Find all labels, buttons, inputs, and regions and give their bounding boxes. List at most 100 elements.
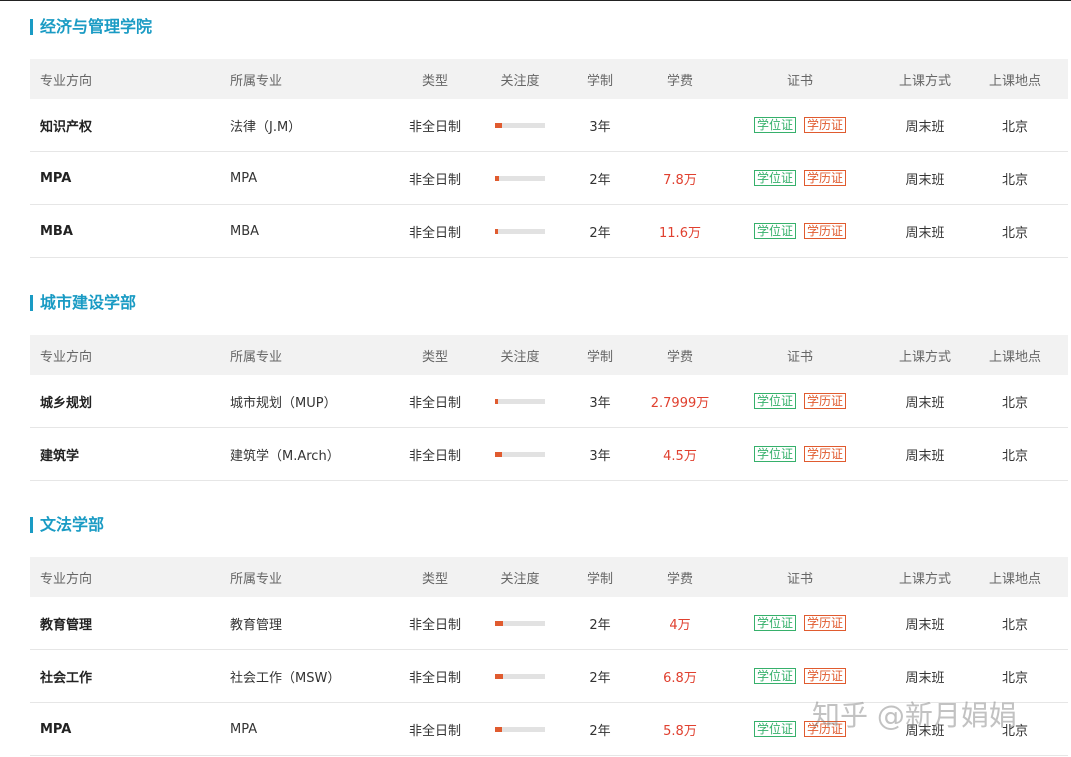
top-border — [0, 0, 1071, 1]
header-length: 学制 — [586, 349, 613, 365]
location-cell: 北京 — [1001, 448, 1028, 464]
attention-bar-fill — [495, 175, 499, 181]
attention-bar-fill — [495, 451, 502, 457]
certificate-cell: 学位证 学历证 — [740, 597, 860, 649]
degree-badge: 学位证 — [753, 117, 796, 133]
direction-cell[interactable]: MBA — [40, 205, 220, 257]
header-location: 上课地点 — [988, 73, 1041, 89]
major-cell: 城市规划（MUP） — [230, 395, 337, 411]
certificate-cell: 学位证 学历证 — [740, 375, 860, 427]
fee-cell: 2.7999万 — [650, 395, 710, 411]
header-direction: 专业方向 — [40, 73, 93, 89]
attention-cell — [490, 703, 550, 755]
direction-cell[interactable]: 教育管理 — [40, 597, 220, 649]
length-cell: 3年 — [589, 395, 611, 411]
direction-cell[interactable]: 建筑学 — [40, 428, 220, 480]
location-cell: 北京 — [1001, 119, 1028, 135]
direction-cell[interactable]: 社会工作 — [40, 650, 220, 702]
watermark: 知乎 @新月娟娟 — [812, 699, 1017, 732]
length-cell: 2年 — [589, 172, 611, 188]
header-type: 类型 — [421, 571, 448, 587]
major-cell: MBA — [230, 223, 260, 239]
attention-bar — [495, 620, 545, 626]
certificate-cell: 学位证 学历证 — [740, 152, 860, 204]
length-cell: 2年 — [589, 670, 611, 686]
degree-badge: 学位证 — [753, 446, 796, 462]
degree-badge: 学位证 — [753, 170, 796, 186]
program-table: 专业方向 所属专业 类型 关注度 学制 学费 证书 上课方式 上课地点 城乡规划… — [30, 335, 1068, 481]
direction-cell[interactable]: 知识产权 — [40, 99, 220, 151]
section-title: 城市建设学部 — [30, 295, 136, 311]
attention-bar — [495, 122, 545, 128]
table-row[interactable]: 教育管理 教育管理 非全日制 2年 4万 学位证 学历证 周末班 北京 — [30, 597, 1068, 650]
type-cell: 非全日制 — [408, 119, 461, 135]
mode-cell: 周末班 — [905, 395, 945, 411]
direction-cell[interactable]: MPA — [40, 152, 220, 204]
certificate-cell: 学位证 学历证 — [740, 205, 860, 257]
degree-badge: 学位证 — [753, 668, 796, 684]
type-cell: 非全日制 — [408, 448, 461, 464]
fee-cell: 6.8万 — [663, 670, 697, 686]
fee-cell: 7.8万 — [663, 172, 697, 188]
type-cell: 非全日制 — [408, 172, 461, 188]
header-fee: 学费 — [666, 349, 693, 365]
header-certificate: 证书 — [786, 571, 813, 587]
degree-badge: 学位证 — [753, 223, 796, 239]
education-badge: 学历证 — [804, 393, 847, 409]
location-cell: 北京 — [1001, 172, 1028, 188]
attention-bar-fill — [495, 620, 503, 626]
table-row[interactable]: MPA MPA 非全日制 2年 7.8万 学位证 学历证 周末班 北京 — [30, 152, 1068, 205]
attention-cell — [490, 152, 550, 204]
attention-bar — [495, 673, 545, 679]
header-type: 类型 — [421, 73, 448, 89]
education-badge: 学历证 — [804, 117, 847, 133]
major-cell: MPA — [230, 170, 258, 186]
table-header: 专业方向 所属专业 类型 关注度 学制 学费 证书 上课方式 上课地点 — [30, 335, 1068, 375]
header-attention: 关注度 — [500, 73, 540, 89]
table-row[interactable]: 知识产权 法律（J.M） 非全日制 3年 学位证 学历证 周末班 北京 — [30, 99, 1068, 152]
section-title: 经济与管理学院 — [30, 19, 152, 35]
direction-cell[interactable]: MPA — [40, 703, 220, 755]
mode-cell: 周末班 — [905, 172, 945, 188]
mode-cell: 周末班 — [905, 617, 945, 633]
major-cell: 建筑学（M.Arch） — [230, 448, 340, 464]
education-badge: 学历证 — [804, 223, 847, 239]
major-cell: 教育管理 — [230, 617, 283, 633]
major-cell: 法律（J.M） — [230, 119, 302, 135]
major-cell: 社会工作（MSW） — [230, 670, 341, 686]
header-fee: 学费 — [666, 73, 693, 89]
fee-cell: 4万 — [669, 617, 691, 633]
attention-bar-fill — [495, 228, 498, 234]
header-location: 上课地点 — [988, 349, 1041, 365]
education-badge: 学历证 — [804, 615, 847, 631]
header-length: 学制 — [586, 73, 613, 89]
type-cell: 非全日制 — [408, 225, 461, 241]
fee-cell — [630, 99, 730, 151]
header-mode: 上课方式 — [898, 571, 951, 587]
attention-bar-fill — [495, 673, 503, 679]
direction-cell[interactable]: 城乡规划 — [40, 375, 220, 427]
table-row[interactable]: 城乡规划 城市规划（MUP） 非全日制 3年 2.7999万 学位证 学历证 周末… — [30, 375, 1068, 428]
attention-bar — [495, 726, 545, 732]
length-cell: 2年 — [589, 723, 611, 739]
type-cell: 非全日制 — [408, 670, 461, 686]
table-row[interactable]: 建筑学 建筑学（M.Arch） 非全日制 3年 4.5万 学位证 学历证 周末班 … — [30, 428, 1068, 481]
education-badge: 学历证 — [804, 170, 847, 186]
attention-bar-fill — [495, 122, 502, 128]
header-type: 类型 — [421, 349, 448, 365]
attention-cell — [490, 597, 550, 649]
header-location: 上课地点 — [988, 571, 1041, 587]
header-direction: 专业方向 — [40, 349, 93, 365]
length-cell: 3年 — [589, 448, 611, 464]
fee-cell: 11.6万 — [659, 225, 701, 241]
length-cell: 2年 — [589, 617, 611, 633]
header-fee: 学费 — [666, 571, 693, 587]
header-certificate: 证书 — [786, 349, 813, 365]
attention-cell — [490, 650, 550, 702]
attention-cell — [490, 205, 550, 257]
type-cell: 非全日制 — [408, 723, 461, 739]
length-cell: 2年 — [589, 225, 611, 241]
mode-cell: 周末班 — [905, 225, 945, 241]
table-row[interactable]: MBA MBA 非全日制 2年 11.6万 学位证 学历证 周末班 北京 — [30, 205, 1068, 258]
header-major: 所属专业 — [230, 73, 283, 89]
